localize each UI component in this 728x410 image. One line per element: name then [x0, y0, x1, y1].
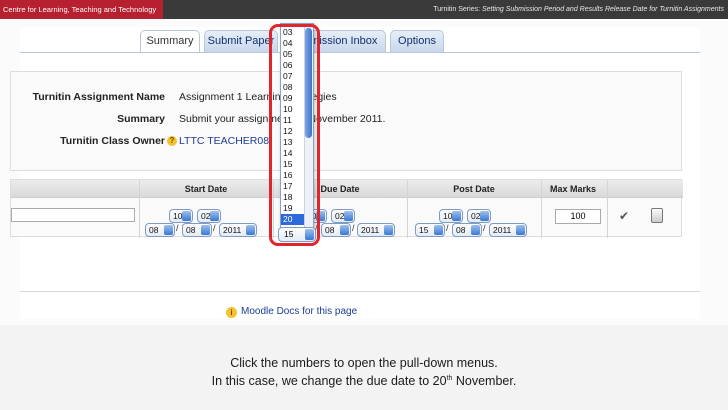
tab-options[interactable]: Options: [390, 30, 444, 52]
column-divider: [139, 180, 140, 238]
assignment-name-label: Turnitin Assignment Name: [32, 91, 165, 103]
max-marks-header: Max Marks: [549, 184, 597, 194]
post-hour-select[interactable]: 10: [439, 209, 463, 223]
callout-highlight: [269, 24, 320, 246]
start-year-select[interactable]: 2011: [219, 223, 257, 237]
slide-caption: Click the numbers to open the pull-down …: [0, 355, 728, 389]
series-name: Setting Submission Period and Results Re…: [481, 6, 724, 13]
summary-label: Summary: [117, 113, 165, 125]
due-month-select[interactable]: 08: [321, 223, 351, 237]
date-separator: /: [176, 223, 179, 233]
start-minute-select[interactable]: 02: [197, 209, 221, 223]
tab-summary[interactable]: Summary: [140, 30, 200, 52]
post-minute-select[interactable]: 02: [467, 209, 491, 223]
slide: Centre for Learning, Teaching and Techno…: [0, 0, 728, 410]
post-date-header: Post Date: [453, 184, 495, 194]
moodle-docs-label: Moodle Docs for this page: [241, 306, 358, 317]
moodle-docs-link[interactable]: i Moodle Docs for this page: [226, 306, 357, 318]
dates-header-row: Start Date Due Date Post Date Max Marks: [11, 180, 683, 198]
caption-line-1: Click the numbers to open the pull-down …: [230, 356, 498, 370]
post-year-select[interactable]: 2011: [489, 223, 527, 237]
column-divider: [541, 180, 542, 238]
max-marks-input[interactable]: 100: [555, 209, 601, 224]
caption-line-2: In this case, we change the due date to …: [0, 371, 728, 389]
slide-banner: Centre for Learning, Teaching and Techno…: [0, 0, 728, 19]
info-row-owner: Turnitin Class Owner ? LTTC TEACHER08: [11, 132, 683, 150]
class-owner-label: Turnitin Class Owner: [60, 135, 165, 147]
part-name-input[interactable]: [11, 208, 135, 222]
caption-line-2-text: In this case, we change the due date to …: [211, 374, 447, 389]
footer-divider: [20, 291, 700, 292]
post-day-select[interactable]: 15: [415, 223, 445, 237]
start-month-select[interactable]: 08: [182, 223, 212, 237]
info-row-name: Turnitin Assignment Name Assignment 1 Le…: [11, 88, 683, 106]
date-separator: /: [213, 223, 216, 233]
assignment-dates-table: Start Date Due Date Post Date Max Marks …: [10, 179, 683, 238]
help-icon[interactable]: ?: [167, 136, 177, 146]
due-year-select[interactable]: 2011: [357, 223, 395, 237]
post-month-select[interactable]: 08: [452, 223, 482, 237]
series-title: Turnitin Series: Setting Submission Peri…: [163, 0, 728, 19]
class-owner-link[interactable]: LTTC TEACHER08: [179, 132, 269, 150]
column-divider: [607, 180, 608, 238]
moodle-screenshot: Summary Submit Paper Submission Inbox Op…: [0, 19, 728, 325]
tab-submit-paper[interactable]: Submit Paper: [204, 30, 278, 52]
info-row-summary: Summary Submit your assignment by Novemb…: [11, 110, 683, 128]
tab-underline: [20, 52, 700, 53]
start-hour-select[interactable]: 10: [169, 209, 193, 223]
date-separator: /: [483, 223, 486, 233]
due-minute-select[interactable]: 02: [331, 209, 355, 223]
start-day-select[interactable]: 08: [145, 223, 175, 237]
column-divider: [407, 180, 408, 238]
start-date-header: Start Date: [184, 184, 228, 194]
check-icon[interactable]: ✔: [619, 209, 629, 223]
assignment-info: Turnitin Assignment Name Assignment 1 Le…: [10, 71, 682, 171]
series-label: Turnitin Series:: [433, 6, 481, 13]
date-separator: /: [446, 223, 449, 233]
trash-icon[interactable]: [651, 208, 663, 223]
institution-label: Centre for Learning, Teaching and Techno…: [0, 0, 163, 19]
date-separator: /: [352, 223, 355, 233]
info-icon: i: [226, 307, 237, 318]
caption-line-2-end: November.: [452, 374, 517, 389]
